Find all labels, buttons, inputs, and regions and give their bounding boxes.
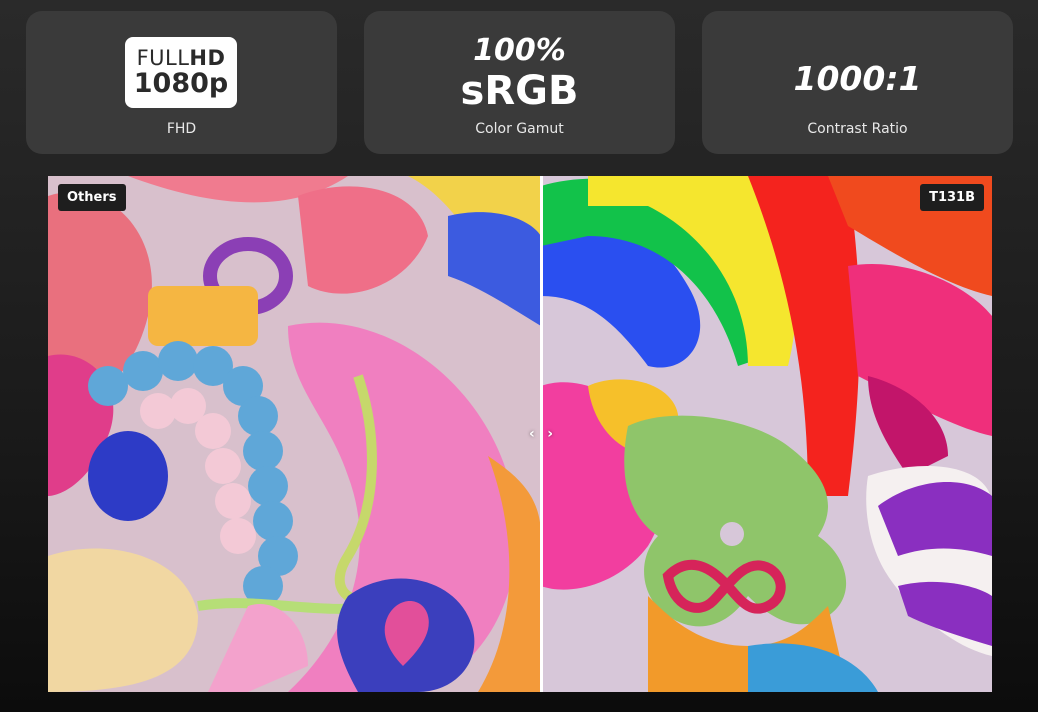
resolution-text: 1080p	[133, 68, 229, 99]
chevron-left-icon: ‹	[529, 426, 535, 442]
feature-card-contrast: 1000:1 Contrast Ratio	[702, 11, 1013, 154]
full-hd-badge: FULLHD 1080p	[125, 37, 237, 108]
gamut-percentage: 100%	[473, 33, 566, 68]
contrast-ratio-label: Contrast Ratio	[807, 121, 908, 137]
t131b-label: T131B	[920, 184, 984, 211]
comparison-drag-handle[interactable]: ‹ ›	[529, 425, 553, 443]
chevron-right-icon: ›	[547, 426, 553, 442]
full-text: FULL	[136, 46, 190, 70]
hd-text: HD	[189, 46, 226, 70]
fhd-label: FHD	[166, 121, 197, 137]
feature-card-fhd: FULLHD 1080p FHD	[26, 11, 337, 154]
contrast-ratio-value: 1000:1	[793, 59, 922, 98]
full-hd-badge-line1: FULLHD	[125, 46, 237, 70]
gamut-standard: sRGB	[460, 68, 579, 114]
t131b-image	[541, 176, 992, 692]
feature-card-color-gamut: 100% sRGB Color Gamut	[364, 11, 675, 154]
others-image	[48, 176, 541, 692]
color-gamut-label: Color Gamut	[475, 121, 564, 137]
comparison-artwork	[48, 176, 992, 692]
feature-cards: FULLHD 1080p FHD 100% sRGB Color Gamut 1…	[26, 11, 1013, 154]
image-comparison-slider[interactable]: Others T131B ‹ ›	[48, 176, 992, 692]
others-label: Others	[58, 184, 126, 211]
